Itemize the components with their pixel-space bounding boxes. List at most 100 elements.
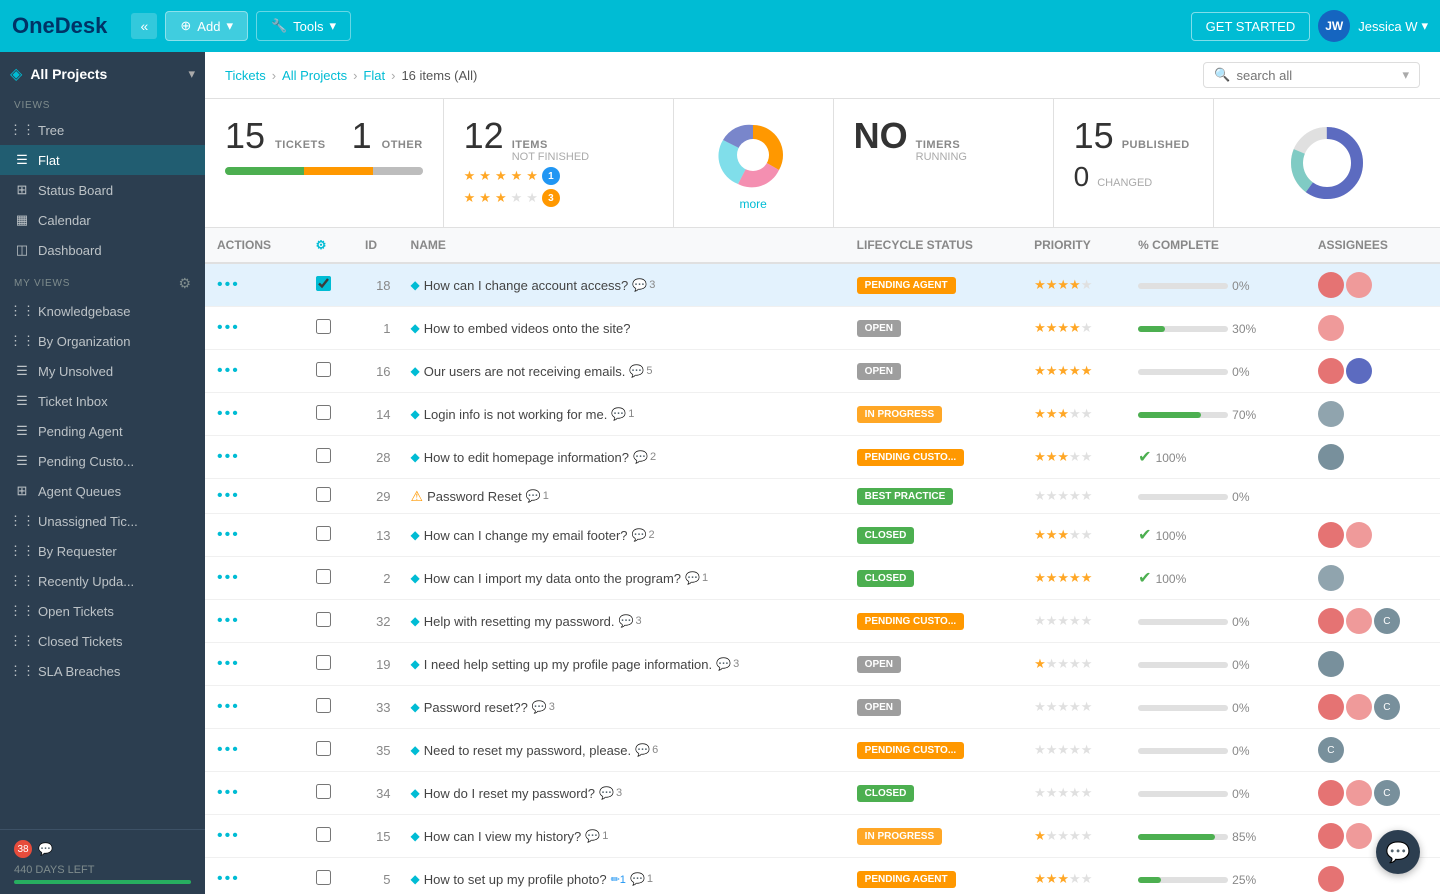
views-label: VIEWS (0, 90, 205, 115)
chat-button[interactable]: 💬 (1376, 830, 1420, 874)
action-dots[interactable]: ••• (217, 827, 240, 844)
action-dots[interactable]: ••• (217, 319, 240, 336)
sidebar-item-by-org[interactable]: ⋮⋮ By Organization (0, 326, 205, 356)
cell-assignees (1306, 514, 1440, 557)
timers-label: TIMERS (916, 139, 967, 151)
user-chevron-icon: ▾ (1421, 18, 1428, 34)
myviews-settings-icon[interactable]: ⚙ (178, 275, 191, 292)
rating-badge-1: 1 (542, 167, 560, 185)
row-checkbox[interactable] (316, 698, 331, 713)
action-dots[interactable]: ••• (217, 487, 240, 504)
notif-badge[interactable]: 38 (14, 840, 32, 858)
action-dots[interactable]: ••• (217, 784, 240, 801)
status-badge: PENDING AGENT (857, 277, 956, 294)
breadcrumb-flat[interactable]: Flat (363, 68, 385, 83)
get-started-button[interactable]: GET STARTED (1191, 12, 1311, 41)
ticket-diamond-icon: ◆ (411, 829, 420, 843)
cell-assignees (1306, 858, 1440, 894)
sidebar-item-tree[interactable]: ⋮⋮ Tree (0, 115, 205, 145)
published-label: PUBLISHED (1122, 139, 1190, 151)
table-row: ••• 28 ◆ How to edit homepage informatio… (205, 436, 1440, 479)
sidebar-item-unassigned[interactable]: ⋮⋮ Unassigned Tic... (0, 506, 205, 536)
sidebar-item-status-board[interactable]: ⊞ Status Board (0, 175, 205, 205)
sidebar-item-by-requester[interactable]: ⋮⋮ By Requester (0, 536, 205, 566)
sidebar-item-knowledgebase[interactable]: ⋮⋮ Knowledgebase (0, 296, 205, 326)
sidebar-item-pending-cust[interactable]: ☰ Pending Custo... (0, 446, 205, 476)
comment-badge: 💬3 (532, 700, 555, 714)
sidebar-item-my-unsolved[interactable]: ☰ My Unsolved (0, 356, 205, 386)
action-dots[interactable]: ••• (217, 698, 240, 715)
user-name[interactable]: Jessica W ▾ (1358, 18, 1428, 34)
collapse-button[interactable]: « (131, 13, 157, 39)
avatar (1346, 358, 1372, 384)
row-checkbox[interactable] (316, 569, 331, 584)
sidebar-project-chevron[interactable]: ▾ (188, 66, 195, 82)
row-checkbox[interactable] (316, 276, 331, 291)
action-dots[interactable]: ••• (217, 741, 240, 758)
ticket-name: ◆ Help with resetting my password. 💬3 (411, 614, 833, 629)
search-input[interactable] (1236, 68, 1396, 83)
sidebar-item-recently-updated[interactable]: ⋮⋮ Recently Upda... (0, 566, 205, 596)
action-dots[interactable]: ••• (217, 655, 240, 672)
status-badge: CLOSED (857, 527, 915, 544)
sidebar-item-open-tickets[interactable]: ⋮⋮ Open Tickets (0, 596, 205, 626)
action-dots[interactable]: ••• (217, 362, 240, 379)
row-checkbox[interactable] (316, 405, 331, 420)
action-dots[interactable]: ••• (217, 405, 240, 422)
cell-id: 5 (353, 858, 399, 894)
row-checkbox[interactable] (316, 448, 331, 463)
sidebar-item-agent-queues[interactable]: ⊞ Agent Queues (0, 476, 205, 506)
action-dots[interactable]: ••• (217, 870, 240, 887)
row-checkbox[interactable] (316, 870, 331, 885)
row-checkbox[interactable] (316, 655, 331, 670)
cell-checkbox (304, 772, 353, 815)
sidebar-label-status-board: Status Board (38, 183, 113, 198)
ticket-diamond-icon: ◆ (411, 700, 420, 714)
row-checkbox[interactable] (316, 741, 331, 756)
tools-button[interactable]: 🔧 Tools ▾ (256, 11, 351, 41)
row-checkbox[interactable] (316, 784, 331, 799)
action-dots[interactable]: ••• (217, 612, 240, 629)
cell-status: CLOSED (845, 514, 1022, 557)
breadcrumb-all-projects[interactable]: All Projects (282, 68, 347, 83)
action-dots[interactable]: ••• (217, 526, 240, 543)
row-checkbox[interactable] (316, 319, 331, 334)
action-dots[interactable]: ••• (217, 569, 240, 586)
sidebar-label-tree: Tree (38, 123, 64, 138)
row-checkbox[interactable] (316, 526, 331, 541)
sidebar-item-sla[interactable]: ⋮⋮ SLA Breaches (0, 656, 205, 686)
breadcrumb-current: 16 items (All) (401, 68, 477, 83)
sidebar-item-dashboard[interactable]: ◫ Dashboard (0, 235, 205, 265)
action-dots[interactable]: ••• (217, 276, 240, 293)
cell-name: ◆ Password reset?? 💬3 (399, 686, 845, 729)
sidebar-item-pending-agent[interactable]: ☰ Pending Agent (0, 416, 205, 446)
row-checkbox[interactable] (316, 827, 331, 842)
sidebar-icon-projects: ◈ (10, 64, 22, 84)
cell-id: 33 (353, 686, 399, 729)
add-button[interactable]: ⊕ Add ▾ (165, 11, 248, 41)
sidebar-item-ticket-inbox[interactable]: ☰ Ticket Inbox (0, 386, 205, 416)
sidebar-item-calendar[interactable]: ▦ Calendar (0, 205, 205, 235)
more-link[interactable]: more (739, 197, 766, 211)
row-checkbox[interactable] (316, 487, 331, 502)
cell-progress: 25% (1126, 858, 1306, 894)
cell-assignees: C (1306, 772, 1440, 815)
comment-badge: 💬3 (716, 657, 739, 671)
col-settings[interactable]: ⚙ (304, 228, 353, 263)
status-badge: PENDING CUSTO... (857, 449, 965, 466)
comment-icon: 💬 (532, 700, 547, 714)
search-chevron-icon[interactable]: ▾ (1402, 67, 1409, 83)
cell-priority: ★★★★★ (1022, 436, 1126, 479)
cell-status: IN PROGRESS (845, 815, 1022, 858)
row-checkbox[interactable] (316, 362, 331, 377)
cell-assignees (1306, 307, 1440, 350)
cell-status: PENDING CUSTO... (845, 729, 1022, 772)
progress-bar (1138, 748, 1228, 754)
avatar (1318, 565, 1344, 591)
sidebar-item-closed-tickets[interactable]: ⋮⋮ Closed Tickets (0, 626, 205, 656)
sidebar-item-flat[interactable]: ☰ Flat (0, 145, 205, 175)
status-badge: OPEN (857, 320, 901, 337)
row-checkbox[interactable] (316, 612, 331, 627)
action-dots[interactable]: ••• (217, 448, 240, 465)
breadcrumb-tickets[interactable]: Tickets (225, 68, 266, 83)
